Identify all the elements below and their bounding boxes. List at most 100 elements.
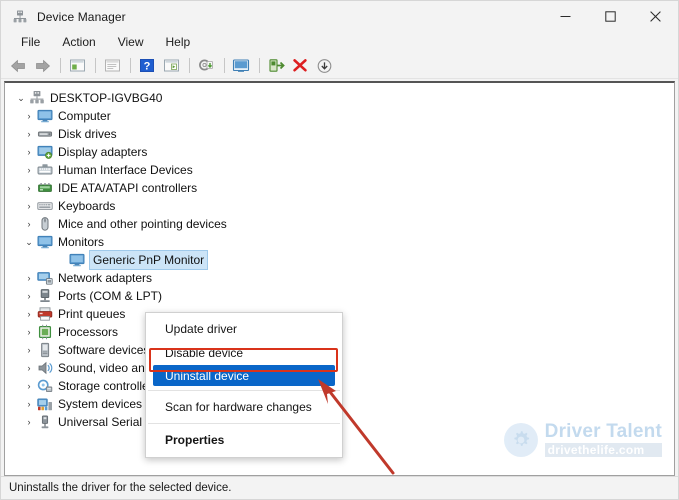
chevron-right-icon[interactable]: ›	[21, 381, 37, 391]
tree-item-desktop-igvbg40[interactable]: ⌄ DESKTOP-IGVBG40	[5, 89, 674, 107]
device-tree-panel[interactable]: ⌄ DESKTOP-IGVBG40 › Computer › Disk drives › Di…	[4, 81, 675, 476]
tree-item-disk-drives[interactable]: › Disk drives	[5, 125, 674, 143]
update-driver-icon[interactable]	[195, 55, 217, 76]
tree-item-label: Computer	[58, 109, 111, 123]
chevron-right-icon[interactable]: ›	[21, 111, 37, 121]
tree-item-label: Keyboards	[58, 199, 116, 213]
printer-icon	[37, 306, 53, 322]
chevron-right-icon[interactable]: ›	[21, 183, 37, 193]
tree-item-label: IDE ATA/ATAPI controllers	[58, 181, 198, 195]
software-device-icon	[37, 342, 53, 358]
monitor-icon	[37, 234, 53, 250]
title-bar: Device Manager	[1, 1, 678, 32]
chevron-right-icon[interactable]: ›	[21, 291, 37, 301]
network-adapter-icon	[37, 270, 53, 286]
download-icon[interactable]	[313, 55, 335, 76]
tree-item-label: Processors	[58, 325, 119, 339]
chevron-right-icon[interactable]: ›	[21, 399, 37, 409]
display-adapter-icon	[37, 144, 53, 160]
menu-bar: File Action View Help	[1, 32, 678, 53]
tree-item-label: Display adapters	[58, 145, 148, 159]
context-menu-item-disable-device[interactable]: Disable device	[146, 341, 342, 365]
computer-icon	[37, 108, 53, 124]
uninstall-device-icon[interactable]	[289, 55, 311, 76]
chevron-right-icon[interactable]: ›	[21, 309, 37, 319]
ide-controller-icon	[37, 180, 53, 196]
sound-icon	[37, 360, 53, 376]
tree-item-ports-com-lpt[interactable]: › Ports (COM & LPT)	[5, 287, 674, 305]
context-menu-item-properties[interactable]: Properties	[146, 428, 342, 452]
forward-icon[interactable]	[31, 55, 53, 76]
tree-item-label: Print queues	[58, 307, 126, 321]
tree-item-keyboards[interactable]: › Keyboards	[5, 197, 674, 215]
disk-drive-icon	[37, 126, 53, 142]
toolbar-separator	[189, 58, 190, 73]
tree-item-label: Generic PnP Monitor	[88, 250, 209, 270]
toolbar-separator	[60, 58, 61, 73]
tree-item-label: Mice and other pointing devices	[58, 217, 227, 231]
scan-hardware-changes-icon[interactable]	[230, 55, 252, 76]
menu-view[interactable]: View	[107, 33, 155, 52]
context-menu-item-uninstall-device[interactable]: Uninstall device	[153, 365, 335, 386]
maximize-button[interactable]	[588, 1, 633, 32]
chevron-down-icon[interactable]: ⌄	[13, 93, 29, 104]
watermark-subtitle: drivethelife.com	[544, 443, 662, 457]
back-icon[interactable]	[7, 55, 29, 76]
toolbar-separator	[224, 58, 225, 73]
status-bar: Uninstalls the driver for the selected d…	[1, 476, 678, 499]
tree-item-label: Human Interface Devices	[58, 163, 193, 177]
chevron-right-icon[interactable]: ›	[21, 417, 37, 427]
chevron-right-icon[interactable]: ›	[21, 165, 37, 175]
minimize-button[interactable]	[543, 1, 588, 32]
port-icon	[37, 288, 53, 304]
toolbar-separator	[130, 58, 131, 73]
device-manager-icon	[12, 9, 28, 25]
tree-item-label: Disk drives	[58, 127, 117, 141]
mouse-icon	[37, 216, 53, 232]
chevron-right-icon[interactable]: ›	[21, 345, 37, 355]
tree-item-human-interface-devices[interactable]: › Human Interface Devices	[5, 161, 674, 179]
keyboard-icon	[37, 198, 53, 214]
tree-item-ide-ata-atapi-controllers[interactable]: › IDE ATA/ATAPI controllers	[5, 179, 674, 197]
help-icon[interactable]: ?	[136, 55, 158, 76]
processor-icon	[37, 324, 53, 340]
enable-device-icon[interactable]	[265, 55, 287, 76]
hid-icon	[37, 162, 53, 178]
tree-item-label: Software devices	[58, 343, 150, 357]
chevron-right-icon[interactable]: ›	[21, 363, 37, 373]
monitor-icon	[69, 252, 85, 268]
tree-item-display-adapters[interactable]: › Display adapters	[5, 143, 674, 161]
computer-root-icon	[29, 90, 45, 106]
chevron-right-icon[interactable]: ›	[21, 129, 37, 139]
context-menu-item-scan-for-hardware-changes[interactable]: Scan for hardware changes	[146, 395, 342, 419]
context-menu-separator	[148, 390, 340, 391]
chevron-down-icon[interactable]: ⌄	[21, 237, 37, 248]
chevron-right-icon[interactable]: ›	[21, 219, 37, 229]
tree-item-network-adapters[interactable]: › Network adapters	[5, 269, 674, 287]
chevron-right-icon[interactable]: ›	[21, 147, 37, 157]
tree-item-label: System devices	[58, 397, 143, 411]
window-title: Device Manager	[37, 9, 126, 24]
context-menu-item-update-driver[interactable]: Update driver	[146, 317, 342, 341]
tree-item-generic-pnp-monitor[interactable]: Generic PnP Monitor	[5, 250, 674, 270]
show-hidden-devices-icon[interactable]	[66, 55, 88, 76]
context-menu: Update driver Disable device Uninstall d…	[145, 312, 343, 458]
chevron-right-icon[interactable]: ›	[21, 273, 37, 283]
tree-item-mice-and-other-pointing-devices[interactable]: › Mice and other pointing devices	[5, 215, 674, 233]
usb-controller-icon	[37, 414, 53, 430]
chevron-right-icon[interactable]: ›	[21, 201, 37, 211]
close-button[interactable]	[633, 1, 678, 32]
tree-item-label: Monitors	[58, 235, 105, 249]
scan-console-icon[interactable]	[160, 55, 182, 76]
device-manager-window: Device Manager File Action View Help ? ⌄…	[0, 0, 679, 500]
tree-item-monitors[interactable]: ⌄ Monitors	[5, 233, 674, 251]
menu-file[interactable]: File	[10, 33, 51, 52]
toolbar: ?	[1, 53, 678, 79]
properties-icon[interactable]	[101, 55, 123, 76]
chevron-right-icon[interactable]: ›	[21, 327, 37, 337]
tree-item-computer[interactable]: › Computer	[5, 107, 674, 125]
menu-action[interactable]: Action	[51, 33, 106, 52]
tree-item-label: Ports (COM & LPT)	[58, 289, 163, 303]
menu-help[interactable]: Help	[155, 33, 202, 52]
system-device-icon	[37, 396, 53, 412]
